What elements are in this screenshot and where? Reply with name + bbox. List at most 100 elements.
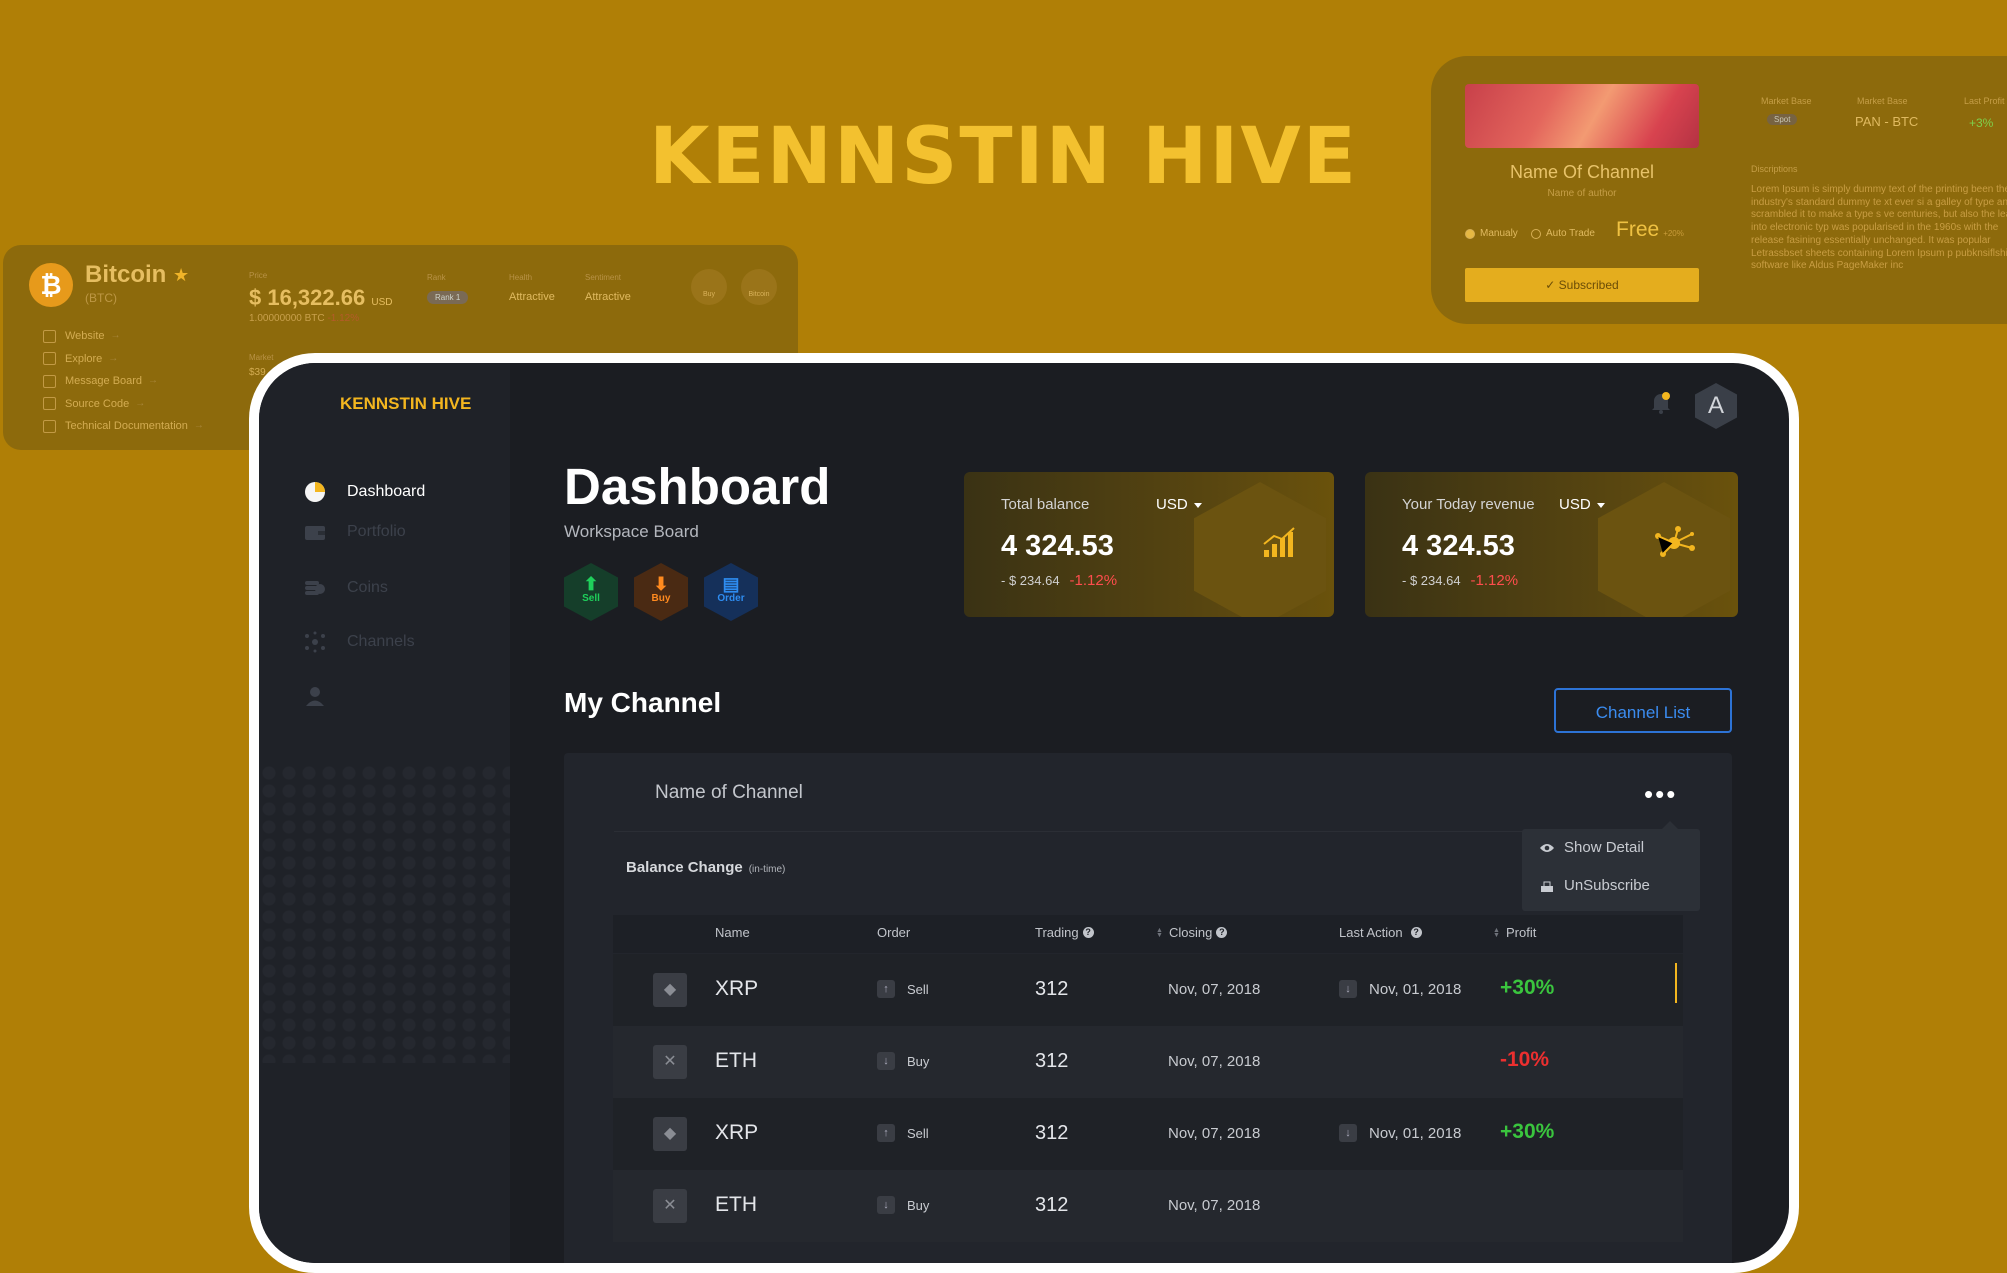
closing-cell: Nov, 07, 2018	[1168, 1197, 1261, 1214]
dashboard-app: KENNSTIN HIVE Dashboard Portfolio Coins …	[259, 363, 1789, 1263]
code-icon	[43, 397, 56, 411]
sidebar-item-portfolio[interactable]: Portfolio	[304, 521, 406, 543]
bell-icon[interactable]	[1650, 391, 1672, 415]
rank-badge: Rank 1	[427, 291, 469, 304]
balance-label: Total balance	[1001, 496, 1090, 513]
balance-change: - $ 234.64 -1.12%	[1001, 572, 1118, 589]
health-value: Attractive	[509, 291, 555, 303]
link-technical-documentation[interactable]: Technical Documentation →	[43, 415, 204, 438]
table-row[interactable]: ✕ ETH ↓ Buy 312 Nov, 07, 2018	[613, 1170, 1683, 1242]
market-label: Market	[249, 353, 274, 362]
globe-icon	[43, 329, 56, 343]
bitcoin-logo-icon: ₿	[29, 263, 73, 307]
column-closing[interactable]: ▲ ▼ Closing?	[1156, 925, 1228, 940]
sidebar-item-channels[interactable]: Channels	[304, 631, 415, 653]
table-row[interactable]: ✕ ETH ↓ Buy 312 Nov, 07, 2018 -10%	[613, 1026, 1683, 1098]
hexagon-decoration	[1194, 482, 1326, 617]
arrow-down-icon: ↓	[877, 1196, 895, 1214]
user-icon	[306, 687, 324, 706]
buy-button[interactable]: ⬇ Buy	[634, 563, 688, 621]
coin-links: Website → Explore → Message Board → Source …	[43, 325, 204, 438]
sidebar-item-coins[interactable]: Coins	[304, 577, 388, 599]
sidebar-item-profile[interactable]	[304, 685, 347, 707]
last-profit-label: Last Profit	[1964, 96, 2005, 106]
page-title: Dashboard	[564, 458, 831, 515]
page-subtitle: Workspace Board	[564, 522, 699, 541]
link-message-board[interactable]: Message Board →	[43, 370, 204, 393]
avatar[interactable]: A	[1695, 383, 1737, 429]
sort-icon[interactable]: ▲ ▼	[1493, 927, 1500, 939]
option-auto-trade-radio[interactable]: Auto Trade	[1531, 228, 1595, 239]
app-logo[interactable]: KENNSTIN HIVE	[340, 394, 471, 414]
closing-cell: Nov, 07, 2018	[1168, 1053, 1261, 1070]
table-row[interactable]: ◆ XRP ↑ Sell 312 Nov, 07, 2018 ↓ Nov, 01, …	[613, 954, 1683, 1026]
coin-symbol: (BTC)	[85, 291, 117, 305]
coins-icon	[305, 581, 325, 595]
wallet-icon	[305, 526, 325, 540]
coin-name: XRP	[715, 1121, 759, 1144]
market-base-badge: Spot	[1767, 114, 1798, 125]
ethereum-icon: ◆	[653, 1117, 687, 1151]
sell-button[interactable]: ⬆ Sell	[564, 563, 618, 621]
more-options-icon[interactable]: •••	[1644, 781, 1677, 807]
market-base-label: Market Base	[1761, 96, 1812, 106]
help-icon[interactable]: ?	[1082, 927, 1094, 938]
menu-item-unsubscribe[interactable]: UnSubscribe	[1540, 877, 1650, 894]
currency-select[interactable]: USD	[1559, 496, 1605, 513]
channel-card: Name Of Channel Name of author Manualy A…	[1431, 56, 2007, 324]
sort-icon[interactable]: ▲ ▼	[1156, 927, 1163, 939]
menu-item-show-detail[interactable]: Show Detail	[1540, 839, 1644, 856]
coin-amount: 1.00000000 BTC -1.12%	[249, 313, 360, 324]
arrow-down-icon: ⬇	[653, 574, 669, 594]
health-label: Health	[509, 273, 533, 282]
link-website[interactable]: Website →	[43, 325, 204, 348]
last-action-cell: ↓ Nov, 01, 2018	[1339, 1124, 1461, 1142]
coin-name: ETH	[715, 1193, 757, 1216]
balance-change-label: Balance Change (in-time)	[626, 859, 786, 876]
list-icon: ▤	[722, 574, 740, 594]
help-icon[interactable]: ?	[1410, 927, 1422, 938]
scrollbar[interactable]	[1675, 963, 1677, 1003]
order-cell: ↑ Sell	[877, 980, 929, 998]
trading-cell: 312	[1035, 1194, 1069, 1216]
revenue-value: 4 324.53	[1402, 530, 1515, 562]
coin-name: ETH	[715, 1049, 757, 1072]
profit-cell: +30%	[1500, 976, 1555, 999]
last-profit-value: +3%	[1969, 116, 1994, 130]
search-icon	[43, 352, 56, 366]
arrow-down-icon: ↓	[1339, 1124, 1357, 1142]
channel-price: Free +20%	[1616, 218, 1684, 241]
order-button[interactable]: ▤ Order	[704, 563, 758, 621]
currency-select[interactable]: USD	[1156, 496, 1202, 513]
description-text: Lorem Ipsum is simply dummy text of the …	[1751, 184, 2007, 272]
link-explore[interactable]: Explore →	[43, 348, 204, 371]
option-manual-radio[interactable]: Manualy	[1465, 228, 1518, 239]
closing-cell: Nov, 07, 2018	[1168, 1125, 1261, 1142]
column-profit[interactable]: ▲ ▼ Profit	[1493, 925, 1536, 940]
balance-value: 4 324.53	[1001, 530, 1114, 562]
favorite-star-icon[interactable]: ★	[173, 265, 189, 286]
column-last-action[interactable]: Last Action?	[1339, 925, 1422, 940]
coin-name: Bitcoin	[85, 261, 167, 288]
buy-round-button[interactable]: Buy	[691, 269, 727, 305]
table-row[interactable]: ◆ XRP ↑ Sell 312 Nov, 07, 2018 ↓ Nov, 01, …	[613, 1098, 1683, 1170]
channel-list-button[interactable]: Channel List	[1554, 688, 1732, 733]
bitcoin-round-button[interactable]: Bitcoin	[741, 269, 777, 305]
closing-cell: Nov, 07, 2018	[1168, 981, 1261, 998]
column-trading[interactable]: Trading?	[1035, 925, 1094, 940]
divider	[614, 831, 1664, 832]
sidebar-item-dashboard[interactable]: Dashboard	[304, 481, 425, 503]
column-order[interactable]: Order	[877, 925, 910, 940]
panel-channel-name: Name of Channel	[655, 782, 803, 803]
order-cell: ↓ Buy	[877, 1052, 929, 1070]
help-icon[interactable]: ?	[1216, 927, 1228, 938]
trading-cell: 312	[1035, 1050, 1069, 1072]
market-base-pair: PAN - BTC	[1855, 114, 1919, 129]
column-name[interactable]: Name	[715, 925, 750, 940]
revenue-label: Your Today revenue	[1402, 496, 1535, 513]
description-label: Discriptions	[1751, 164, 1798, 174]
subscribed-button[interactable]: ✓ Subscribed	[1465, 268, 1699, 302]
document-icon	[43, 419, 56, 433]
ethereum-icon: ◆	[653, 973, 687, 1007]
link-source-code[interactable]: Source Code →	[43, 393, 204, 416]
